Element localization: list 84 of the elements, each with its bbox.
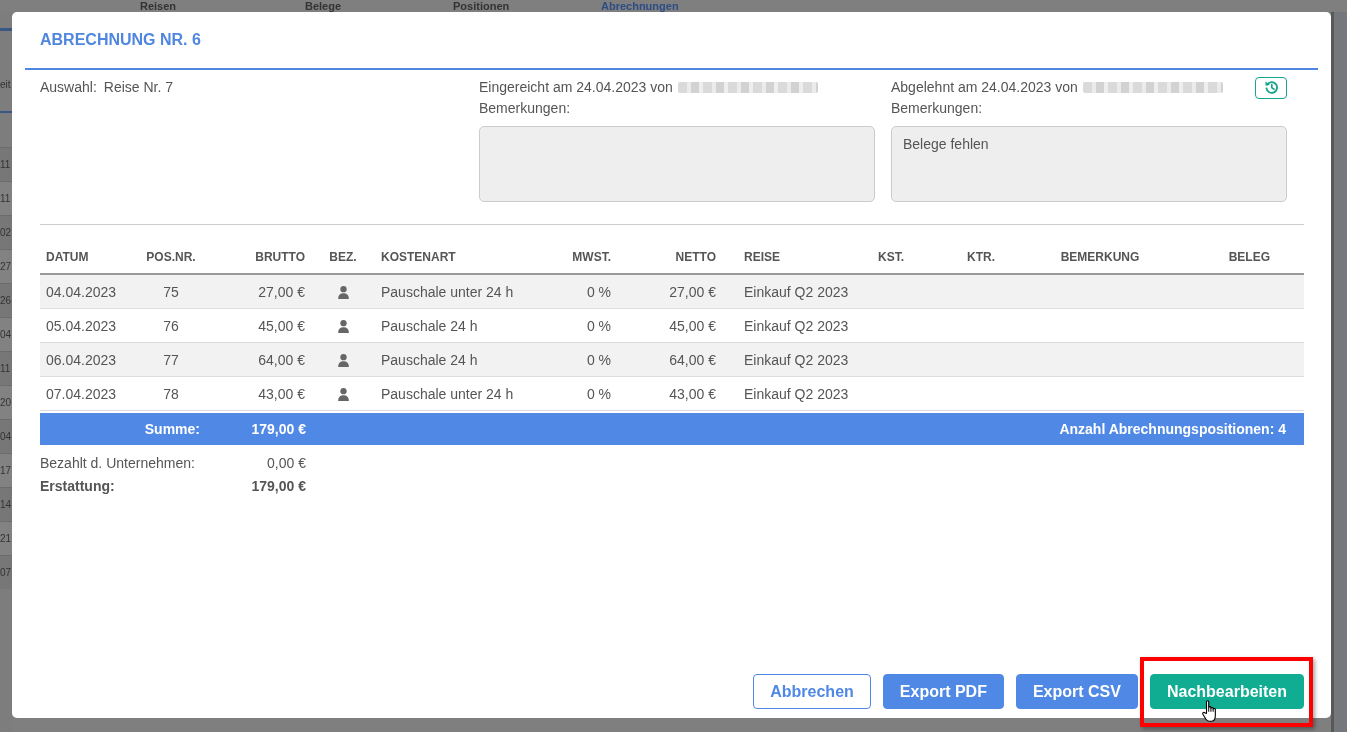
table-cell: 11 [0,158,11,171]
table-cell: 04 [0,430,12,443]
field-label: Bemerkungen: [891,99,983,118]
table-cell: 21 [0,532,12,545]
field-label: Auswahl: [40,79,97,95]
table-cell: 02 [0,226,12,239]
tab[interactable]: Reisen [140,0,177,12]
total-value: 0,00 € [267,454,306,473]
table-cell: 11 [0,362,11,375]
person-icon [337,286,349,300]
table-cell-text: 43,00 € [668,384,717,403]
table-cell-text: 0 % [585,282,612,301]
column-header: KST. [877,249,905,266]
table-cell: 20 [0,396,12,409]
column-header: BEZ. [328,249,358,266]
table-cell: 17 [0,464,12,477]
total-label: Erstattung: [40,477,115,496]
table-cell-text: 78 [162,384,180,403]
cancel-button[interactable]: Abbrechen [753,674,871,709]
table-cell: 27 [0,260,12,273]
rework-button[interactable]: Nachbearbeiten [1149,674,1304,709]
table-cell-text: 27,00 € [668,282,717,301]
column-header: BELEG [1227,249,1271,266]
column-header: NETTO [674,249,717,266]
status-text: Abgelehnt am 24.04.2023 von [891,78,1078,97]
table-cell-text: Einkauf Q2 2023 [743,282,850,301]
sum-value: 179,00 € [251,421,306,437]
column-header: MWST. [571,249,612,266]
table-cell-text: 05.04.2023 [45,316,118,335]
table-cell-text: Einkauf Q2 2023 [743,350,850,369]
table-cell-text: 77 [162,350,180,369]
table-cell-text: Einkauf Q2 2023 [743,316,850,335]
sum-label: Summe: [144,421,200,437]
column-header: BRUTTO [254,249,306,266]
table-cell-text: 0 % [585,384,612,403]
table-cell: 07 [0,566,12,579]
table-cell-text: Pauschale unter 24 h [380,384,515,403]
table-cell-text: 0 % [585,316,612,335]
column-header: POS.NR. [145,249,197,266]
field-label: Bemerkungen: [479,99,571,118]
table-cell-text: 43,00 € [257,384,306,403]
restore-button[interactable] [1255,76,1287,99]
remarks-field[interactable]: Belege fehlen [891,126,1287,202]
table-cell-text: Einkauf Q2 2023 [743,384,850,403]
tab[interactable]: Belege [305,0,342,12]
column-header: REISE [743,249,781,266]
field-value: Reise Nr. 7 [103,79,174,95]
status-text: Eingereicht am 24.04.2023 von [479,78,673,97]
export-pdf-button[interactable]: Export PDF [882,674,1004,709]
history-icon [1264,81,1278,94]
table-cell: 26 [0,294,12,307]
person-icon [337,354,349,368]
column-header: DATUM [45,249,90,266]
total-label: Bezahlt d. Unternehmen: [40,454,195,473]
count-text: Anzahl Abrechnungspositionen: 4 [1059,421,1286,437]
column-header: BEMERKUNG [1059,249,1141,266]
tab[interactable]: Positionen [453,0,510,12]
table-cell-text: 04.04.2023 [45,282,118,301]
table-cell-text: 64,00 € [668,350,717,369]
table-cell-text: 06.04.2023 [45,350,118,369]
total-value: 179,00 € [251,477,306,496]
tab[interactable]: Abrechnungen [601,0,679,12]
column-header: eit [0,79,11,91]
person-icon [337,388,349,402]
table-cell: 04 [0,328,12,341]
table-cell: 11 [0,192,11,205]
table-cell-text: 27,00 € [257,282,306,301]
table-cell-text: Pauschale 24 h [380,350,479,369]
table-cell-text: 07.04.2023 [45,384,118,403]
table-cell-text: 45,00 € [257,316,306,335]
table-cell-text: 64,00 € [257,350,306,369]
export-csv-button[interactable]: Export CSV [1015,674,1138,709]
table-cell: 14 [0,498,12,511]
table-cell-text: 0 % [585,350,612,369]
table-cell-text: 76 [162,316,180,335]
person-icon [337,320,349,334]
table-cell-text: Pauschale unter 24 h [380,282,515,301]
column-header: KTR. [966,249,996,266]
table-cell-text: 75 [162,282,180,301]
table-cell-text: Pauschale 24 h [380,316,479,335]
column-header: KOSTENART [380,249,457,266]
table-cell-text: 45,00 € [668,316,717,335]
remarks-field[interactable] [479,126,875,202]
dialog-title: ABRECHNUNG NR. 6 [40,31,201,49]
